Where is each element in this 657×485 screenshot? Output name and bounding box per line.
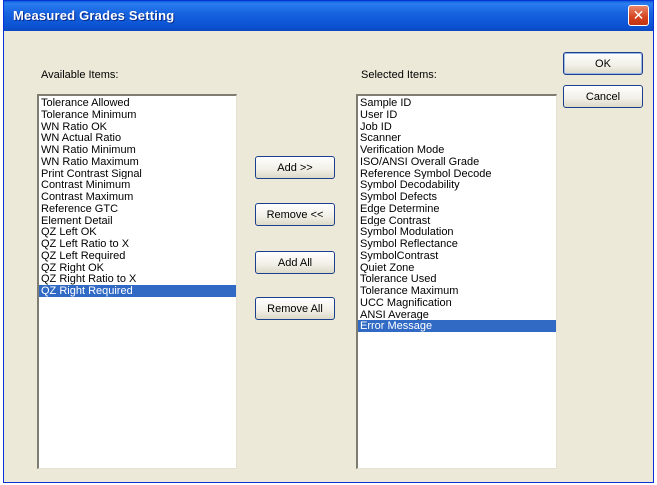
list-item[interactable]: Tolerance Maximum xyxy=(358,285,556,297)
available-items-list[interactable]: Tolerance Allowed Tolerance Minimum WN Rat… xyxy=(37,94,237,469)
list-item[interactable]: QZ Right Ratio to X xyxy=(39,273,236,285)
list-item[interactable]: ISO/ANSI Overall Grade xyxy=(358,156,556,168)
list-item[interactable]: WN Ratio OK xyxy=(39,121,236,133)
selected-items-list[interactable]: Sample ID User ID Job ID Scanner Verificatio… xyxy=(356,94,557,469)
remove-button[interactable]: Remove << xyxy=(255,203,335,226)
list-item[interactable]: ANSI Average xyxy=(358,309,556,321)
list-item[interactable]: Symbol Reflectance xyxy=(358,238,556,250)
list-item[interactable]: Symbol Decodability xyxy=(358,179,556,191)
list-item[interactable]: QZ Right Required xyxy=(39,285,236,297)
list-item[interactable]: WN Ratio Maximum xyxy=(39,156,236,168)
list-item[interactable]: Symbol Modulation xyxy=(358,226,556,238)
list-item[interactable]: Tolerance Used xyxy=(358,273,556,285)
list-item[interactable]: Tolerance Minimum xyxy=(39,109,236,121)
list-item[interactable]: Reference Symbol Decode xyxy=(358,168,556,180)
list-item[interactable]: Symbol Defects xyxy=(358,191,556,203)
close-button[interactable]: ✕ xyxy=(628,5,649,26)
list-item[interactable]: Sample ID xyxy=(358,97,556,109)
list-item[interactable]: WN Actual Ratio xyxy=(39,132,236,144)
list-item[interactable]: Quiet Zone xyxy=(358,262,556,274)
list-item[interactable]: Edge Contrast xyxy=(358,215,556,227)
list-item[interactable]: QZ Right OK xyxy=(39,262,236,274)
list-item[interactable]: Edge Determine xyxy=(358,203,556,215)
list-item[interactable]: Element Detail xyxy=(39,215,236,227)
list-item[interactable]: Tolerance Allowed xyxy=(39,97,236,109)
dialog-window: Measured Grades Setting ✕ Available Item… xyxy=(3,0,654,483)
cancel-button[interactable]: Cancel xyxy=(563,85,643,108)
list-item[interactable]: SymbolContrast xyxy=(358,250,556,262)
list-item[interactable]: Job ID xyxy=(358,121,556,133)
remove-all-button[interactable]: Remove All xyxy=(255,297,335,320)
add-button[interactable]: Add >> xyxy=(255,156,335,179)
add-all-button[interactable]: Add All xyxy=(255,251,335,274)
window-title: Measured Grades Setting xyxy=(13,8,175,23)
available-items-label: Available Items: xyxy=(41,69,119,81)
list-item[interactable]: Reference GTC xyxy=(39,203,236,215)
list-item[interactable]: Verification Mode xyxy=(358,144,556,156)
list-item[interactable]: Contrast Maximum xyxy=(39,191,236,203)
list-item[interactable]: QZ Left Required xyxy=(39,250,236,262)
list-item[interactable]: QZ Left Ratio to X xyxy=(39,238,236,250)
list-item[interactable]: Scanner xyxy=(358,132,556,144)
list-item[interactable]: QZ Left OK xyxy=(39,226,236,238)
ok-button[interactable]: OK xyxy=(563,52,643,75)
close-icon: ✕ xyxy=(632,7,645,24)
title-bar[interactable]: Measured Grades Setting ✕ xyxy=(4,1,653,31)
list-item[interactable]: Error Message xyxy=(358,320,556,332)
list-item[interactable]: Contrast Minimum xyxy=(39,179,236,191)
selected-items-label: Selected Items: xyxy=(361,69,437,81)
list-item[interactable]: Print Contrast Signal xyxy=(39,168,236,180)
list-item[interactable]: User ID xyxy=(358,109,556,121)
list-item[interactable]: UCC Magnification xyxy=(358,297,556,309)
list-item[interactable]: WN Ratio Minimum xyxy=(39,144,236,156)
